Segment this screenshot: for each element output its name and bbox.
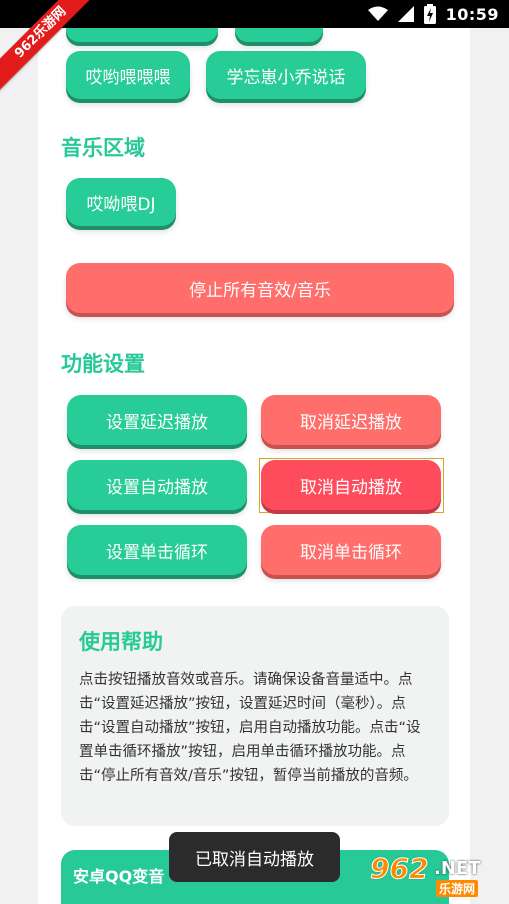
set-auto-button[interactable]: 设置自动播放 — [67, 460, 247, 510]
function-section-title: 功能设置 — [61, 352, 145, 376]
help-text: 点击按钮播放音效或音乐。请确保设备音量适中。点击“设置延迟播放”按钮，设置延迟时… — [79, 672, 421, 784]
set-delay-button[interactable]: 设置延迟播放 — [67, 395, 247, 445]
site-watermark: 962 .NET 乐游网 — [369, 852, 502, 902]
bottom-section-title: 安卓QQ变音 — [73, 867, 165, 886]
status-time: 10:59 — [445, 4, 499, 24]
watermark-sub: 乐游网 — [436, 880, 479, 897]
help-title: 使用帮助 — [79, 630, 163, 654]
music-button-dj[interactable]: 哎呦喂DJ — [66, 178, 176, 226]
help-panel: 使用帮助 点击按钮播放音效或音乐。请确保设备音量适中。点击“设置延迟播放”按钮，… — [61, 606, 449, 826]
watermark-number: 962 — [369, 852, 429, 886]
top-partial-button-2[interactable] — [235, 28, 323, 42]
signal-icon — [397, 6, 414, 22]
status-icons: 10:59 — [367, 3, 499, 25]
toast-message: 已取消自动播放 — [169, 832, 340, 882]
ribbon-label: 962乐游网 — [0, 0, 102, 94]
main-card: 哎哟喂喂喂 学忘崽小乔说话 音乐区域 哎呦喂DJ 停止所有音效/音乐 功能设置 … — [38, 28, 470, 904]
battery-charging-icon — [423, 4, 436, 24]
watermark-suffix: .NET — [434, 858, 481, 879]
cancel-delay-button[interactable]: 取消延迟播放 — [261, 395, 441, 445]
set-loop-button[interactable]: 设置单击循环 — [67, 525, 247, 575]
wifi-icon — [367, 6, 388, 21]
stop-all-button[interactable]: 停止所有音效/音乐 — [66, 263, 454, 313]
sound-button-xiaoqiao[interactable]: 学忘崽小乔说话 — [206, 51, 366, 99]
cancel-loop-button[interactable]: 取消单击循环 — [261, 525, 441, 575]
cancel-auto-button[interactable]: 取消自动播放 — [261, 460, 441, 510]
music-section-title: 音乐区域 — [61, 136, 145, 160]
corner-ribbon: 962乐游网 — [0, 0, 110, 110]
